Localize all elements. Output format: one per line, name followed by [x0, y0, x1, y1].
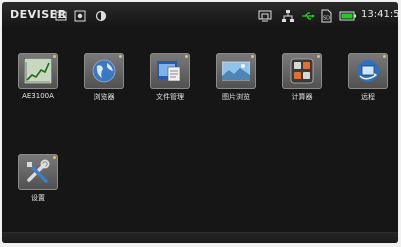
globe-icon[interactable]	[84, 53, 124, 89]
usb-icon	[301, 8, 315, 22]
calculator-icon[interactable]	[282, 53, 322, 89]
keyboard-icon[interactable]	[55, 8, 67, 22]
display-icon	[258, 8, 272, 22]
device-screen: DEVISER SD 13:41:50	[2, 2, 398, 243]
app-remote[interactable]: 远程	[337, 53, 398, 102]
desktop: AE3100A 浏览器 文件管理 图片浏览 计算器 远程 设置	[2, 29, 398, 232]
app-image-viewer[interactable]: 图片浏览	[205, 53, 267, 102]
app-label: 计算器	[291, 93, 313, 101]
sd-card-icon: SD	[320, 8, 332, 23]
app-browser[interactable]: 浏览器	[73, 53, 135, 102]
app-label: 图片浏览	[222, 93, 250, 101]
clock: 13:41:50	[361, 9, 398, 20]
settings-icon[interactable]	[18, 154, 58, 190]
taskbar	[2, 232, 398, 243]
app-settings[interactable]: 设置	[7, 154, 69, 203]
contrast-icon[interactable]	[95, 8, 107, 22]
analyzer-icon[interactable]	[18, 53, 58, 89]
app-ae3100a[interactable]: AE3100A	[7, 53, 69, 100]
app-label: 浏览器	[93, 93, 115, 101]
app-label: 文件管理	[156, 93, 184, 101]
network-icon	[281, 8, 295, 22]
app-label: AE3100A	[22, 92, 54, 100]
battery-icon	[339, 8, 357, 22]
status-bar: DEVISER SD 13:41:50	[2, 2, 398, 29]
file-manager-icon[interactable]	[150, 53, 190, 89]
app-label: 设置	[31, 194, 45, 202]
remote-icon[interactable]	[348, 53, 388, 89]
image-viewer-icon[interactable]	[216, 53, 256, 89]
app-calculator[interactable]: 计算器	[271, 53, 333, 102]
screenshot-icon[interactable]	[74, 8, 86, 22]
app-label: 远程	[361, 93, 375, 101]
app-file-manager[interactable]: 文件管理	[139, 53, 201, 102]
svg-text:SD: SD	[323, 16, 330, 22]
